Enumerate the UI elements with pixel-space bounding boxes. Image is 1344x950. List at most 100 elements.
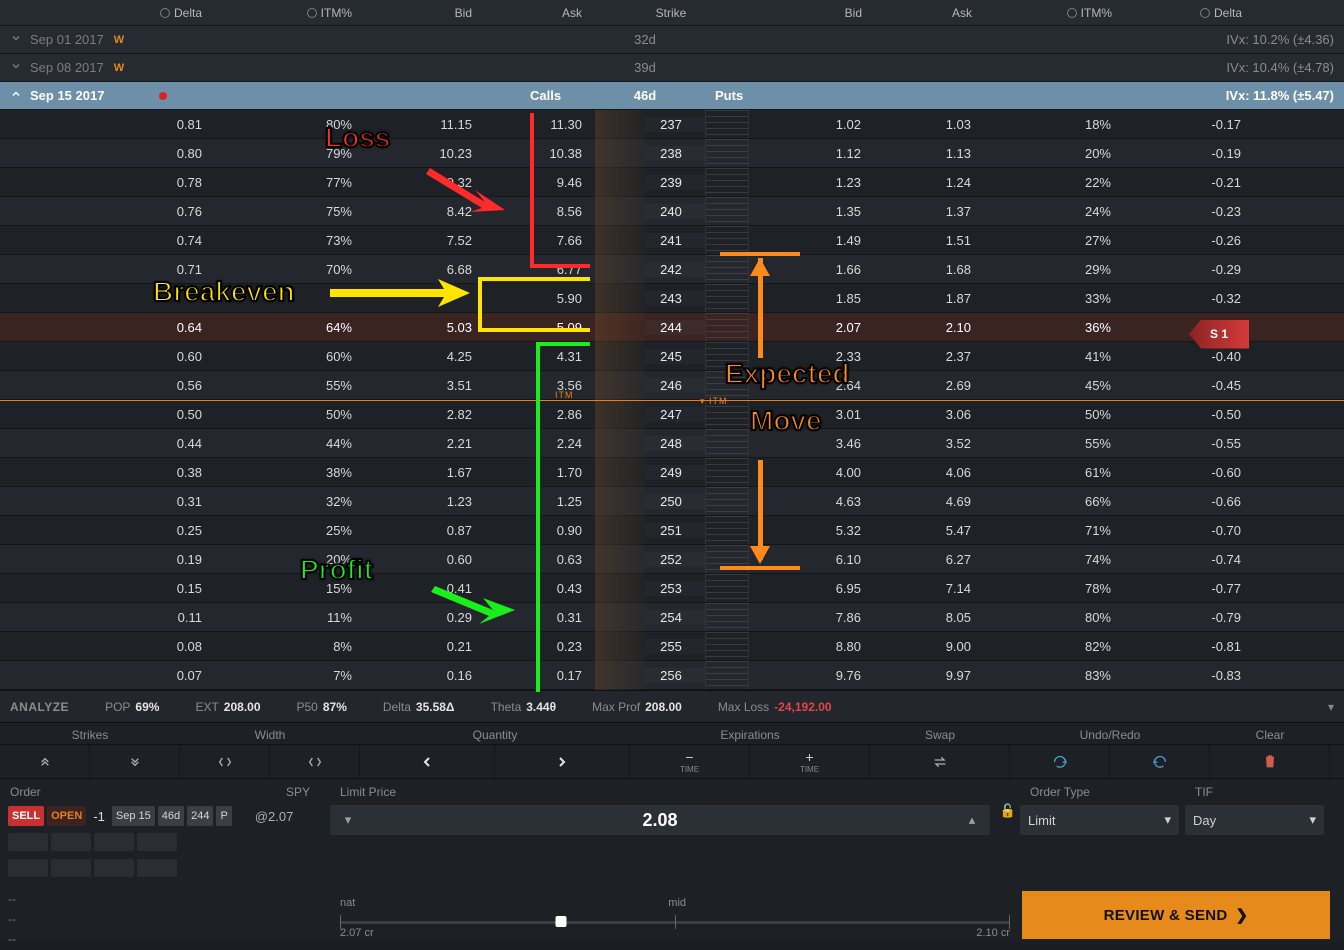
chain-row[interactable]: 0.78 77% 9.32 9.46 239 1.23 1.24 22% -0.… bbox=[0, 168, 1344, 197]
put-bid[interactable]: 3.46 bbox=[749, 436, 869, 451]
strike-value[interactable]: 241 bbox=[645, 233, 705, 248]
put-itm[interactable]: 78% bbox=[979, 581, 1119, 596]
chain-row[interactable]: 0.60 60% 4.25 4.31 245 2.33 2.37 41% -0.… bbox=[0, 342, 1344, 371]
width-wide-button[interactable] bbox=[270, 745, 360, 778]
put-ask[interactable]: 7.14 bbox=[869, 581, 979, 596]
call-delta[interactable]: 0.38 bbox=[0, 465, 210, 480]
put-delta[interactable]: -0.70 bbox=[1119, 523, 1249, 538]
chain-row[interactable]: 0.31 32% 1.23 1.25 250 4.63 4.69 66% -0.… bbox=[0, 487, 1344, 516]
col-delta-calls[interactable]: Delta bbox=[0, 6, 210, 20]
call-bid[interactable]: 2.82 bbox=[360, 407, 480, 422]
col-delta-puts[interactable]: Delta bbox=[1120, 6, 1250, 20]
call-delta[interactable]: 0.50 bbox=[0, 407, 210, 422]
strike-value[interactable]: 245 bbox=[645, 349, 705, 364]
call-ask[interactable]: 1.70 bbox=[480, 465, 590, 480]
strike-value[interactable]: 247 bbox=[645, 407, 705, 422]
put-itm[interactable]: 29% bbox=[979, 262, 1119, 277]
put-bid[interactable]: 1.66 bbox=[749, 262, 869, 277]
qty-value[interactable]: -1 bbox=[89, 809, 109, 824]
put-itm[interactable]: 83% bbox=[979, 668, 1119, 683]
strike-value[interactable]: 242 bbox=[645, 262, 705, 277]
put-ask[interactable]: 9.00 bbox=[869, 639, 979, 654]
put-delta[interactable]: -0.36S 1 bbox=[1119, 320, 1249, 335]
call-ask[interactable]: 5.90 bbox=[480, 291, 590, 306]
call-delta[interactable]: 0.19 bbox=[0, 552, 210, 567]
expiration-row[interactable]: Sep 15 2017 Calls 46d Puts IVx: 11.8% (±… bbox=[0, 82, 1344, 110]
col-ask-calls[interactable]: Ask bbox=[480, 6, 590, 20]
exp-plus-button[interactable]: +TIME bbox=[750, 745, 870, 778]
put-delta[interactable]: -0.83 bbox=[1119, 668, 1249, 683]
call-bid[interactable]: 10.23 bbox=[360, 146, 480, 161]
put-bid[interactable]: 7.86 bbox=[749, 610, 869, 625]
tif-select[interactable]: Day▾ bbox=[1185, 805, 1324, 835]
chain-row[interactable]: 0.38 38% 1.67 1.70 249 4.00 4.06 61% -0.… bbox=[0, 458, 1344, 487]
col-strike[interactable]: Strike bbox=[645, 6, 705, 20]
call-bid[interactable]: 0.21 bbox=[360, 639, 480, 654]
put-itm[interactable]: 61% bbox=[979, 465, 1119, 480]
call-itm[interactable]: 32% bbox=[210, 494, 360, 509]
put-ask[interactable]: 3.06 bbox=[869, 407, 979, 422]
put-ask[interactable]: 8.05 bbox=[869, 610, 979, 625]
call-bid[interactable]: 3.51 bbox=[360, 378, 480, 393]
call-ask[interactable]: 0.31 bbox=[480, 610, 590, 625]
put-bid[interactable]: 6.10 bbox=[749, 552, 869, 567]
put-delta[interactable]: -0.29 bbox=[1119, 262, 1249, 277]
put-itm[interactable]: 50% bbox=[979, 407, 1119, 422]
put-bid[interactable]: 1.23 bbox=[749, 175, 869, 190]
put-bid[interactable]: 2.64 bbox=[749, 378, 869, 393]
put-itm[interactable]: 27% bbox=[979, 233, 1119, 248]
col-itm-calls[interactable]: ITM% bbox=[210, 6, 360, 20]
leg-cp[interactable]: P bbox=[216, 806, 231, 826]
put-bid[interactable]: 4.00 bbox=[749, 465, 869, 480]
chain-row[interactable]: 0.71 70% 6.68 6.77 242 1.66 1.68 29% -0.… bbox=[0, 255, 1344, 284]
leg-strike[interactable]: 244 bbox=[187, 806, 213, 826]
put-bid[interactable]: 2.33 bbox=[749, 349, 869, 364]
empty-leg[interactable] bbox=[51, 833, 91, 851]
put-delta[interactable]: -0.50 bbox=[1119, 407, 1249, 422]
call-ask[interactable]: 6.77 bbox=[480, 262, 590, 277]
strike-value[interactable]: 237 bbox=[645, 117, 705, 132]
call-bid[interactable]: 5.03 bbox=[360, 320, 480, 335]
call-itm[interactable]: 80% bbox=[210, 117, 360, 132]
col-bid-calls[interactable]: Bid bbox=[360, 6, 480, 20]
leg-exp[interactable]: Sep 15 bbox=[112, 806, 155, 826]
chevron-down-icon[interactable]: ▾ bbox=[1328, 700, 1334, 714]
call-itm[interactable]: 60% bbox=[210, 349, 360, 364]
empty-leg[interactable] bbox=[8, 859, 48, 877]
chain-row[interactable]: 0.80 79% 10.23 10.38 238 1.12 1.13 20% -… bbox=[0, 139, 1344, 168]
lock-icon[interactable]: 🔓 bbox=[996, 803, 1020, 881]
call-bid[interactable]: 11.15 bbox=[360, 117, 480, 132]
strike-value[interactable]: 238 bbox=[645, 146, 705, 161]
put-delta[interactable]: -0.23 bbox=[1119, 204, 1249, 219]
put-ask[interactable]: 3.52 bbox=[869, 436, 979, 451]
put-delta[interactable]: -0.66 bbox=[1119, 494, 1249, 509]
put-itm[interactable]: 71% bbox=[979, 523, 1119, 538]
chain-row[interactable]: 0.56 55% 3.51 3.56 246 2.64 2.69 45% -0.… bbox=[0, 371, 1344, 400]
price-down-icon[interactable]: ▾ bbox=[330, 812, 366, 828]
call-itm[interactable]: 8% bbox=[210, 639, 360, 654]
chain-row[interactable]: 0.07 7% 0.16 0.17 256 9.76 9.97 83% -0.8… bbox=[0, 661, 1344, 690]
put-delta[interactable]: -0.55 bbox=[1119, 436, 1249, 451]
put-ask[interactable]: 1.03 bbox=[869, 117, 979, 132]
strike-value[interactable]: 251 bbox=[645, 523, 705, 538]
call-itm[interactable]: 73% bbox=[210, 233, 360, 248]
put-itm[interactable]: 66% bbox=[979, 494, 1119, 509]
expiration-row[interactable]: Sep 01 2017 W 32d IVx: 10.2% (±4.36) bbox=[0, 26, 1344, 54]
call-ask[interactable]: 7.66 bbox=[480, 233, 590, 248]
leg-dte[interactable]: 46d bbox=[158, 806, 184, 826]
call-bid[interactable]: 2.21 bbox=[360, 436, 480, 451]
call-delta[interactable]: 0.71 bbox=[0, 262, 210, 277]
chain-row[interactable]: 0.64 64% 5.03 5.09 244 2.07 2.10 36% -0.… bbox=[0, 313, 1344, 342]
col-itm-puts[interactable]: ITM% bbox=[980, 6, 1120, 20]
put-ask[interactable]: 1.68 bbox=[869, 262, 979, 277]
exp-minus-button[interactable]: −TIME bbox=[630, 745, 750, 778]
call-itm[interactable]: 64% bbox=[210, 320, 360, 335]
chain-row[interactable]: 0.19 20% 0.60 0.63 252 6.10 6.27 74% -0.… bbox=[0, 545, 1344, 574]
call-delta[interactable]: 0.60 bbox=[0, 349, 210, 364]
call-delta[interactable]: 0.56 bbox=[0, 378, 210, 393]
call-bid[interactable]: 0.87 bbox=[360, 523, 480, 538]
call-ask[interactable]: 2.24 bbox=[480, 436, 590, 451]
put-itm[interactable]: 33% bbox=[979, 291, 1119, 306]
strike-value[interactable]: 246 bbox=[645, 378, 705, 393]
col-bid-puts[interactable]: Bid bbox=[750, 6, 870, 20]
